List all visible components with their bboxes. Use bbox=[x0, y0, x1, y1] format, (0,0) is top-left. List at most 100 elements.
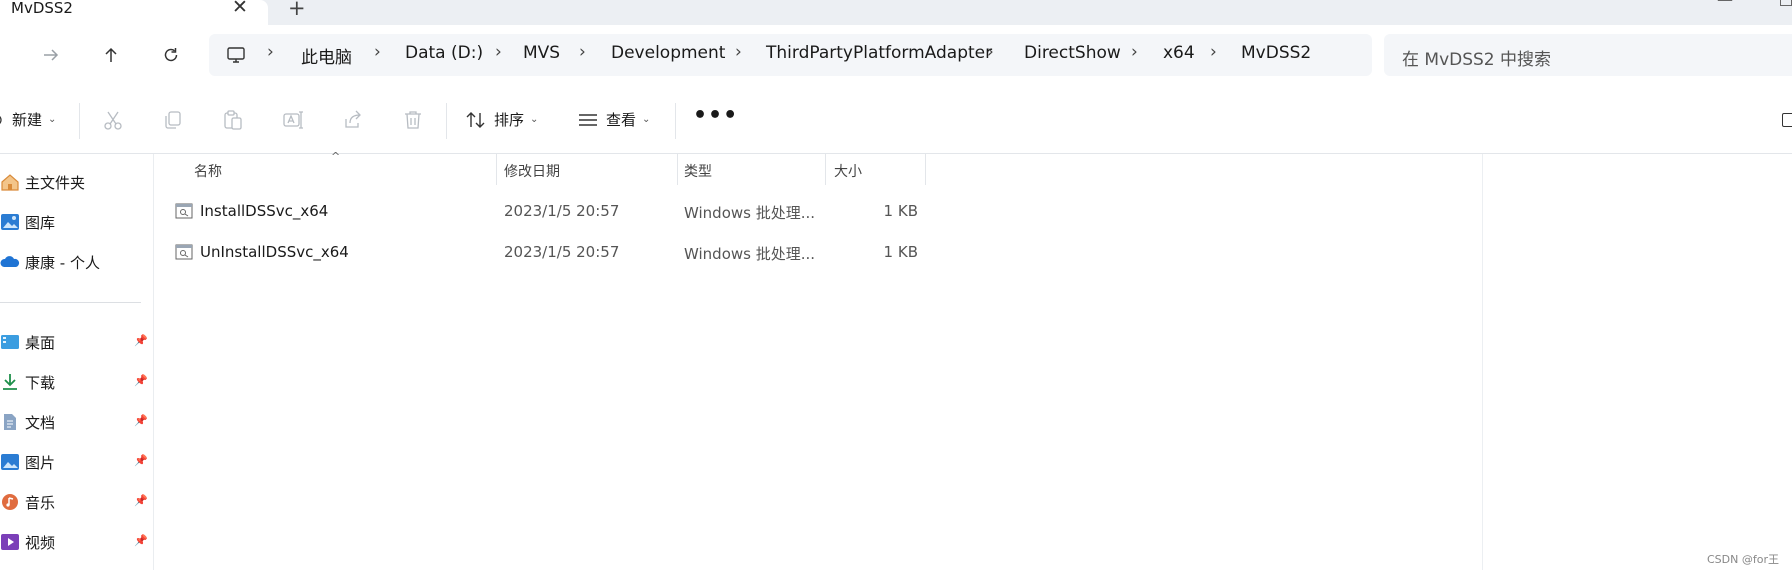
share-icon bbox=[345, 110, 361, 128]
sidebar-item-label: 音乐 bbox=[25, 494, 56, 512]
pictures-icon bbox=[1, 454, 19, 470]
column-header-size[interactable]: 大小 bbox=[834, 161, 862, 181]
view-button[interactable]: 查看 ⌄ bbox=[578, 109, 650, 130]
crumb-this-pc[interactable]: 此电脑 bbox=[301, 43, 352, 68]
new-label: 新建 bbox=[12, 111, 43, 129]
crumb-directshow[interactable]: DirectShow bbox=[1024, 43, 1121, 63]
divider bbox=[675, 103, 676, 139]
more-options-icon[interactable]: ••• bbox=[693, 103, 738, 128]
details-pane-icon[interactable] bbox=[1782, 113, 1792, 127]
column-header-name[interactable]: 名称 bbox=[194, 161, 222, 181]
column-header-type[interactable]: 类型 bbox=[684, 161, 712, 181]
paste-icon bbox=[224, 110, 242, 130]
pin-icon[interactable]: 📌 bbox=[134, 334, 148, 347]
crumb-data-drive[interactable]: Data (D:) bbox=[405, 43, 483, 63]
sidebar-item-pictures[interactable]: 图片 📌 bbox=[0, 447, 154, 477]
sort-ascending-icon: ^ bbox=[331, 150, 341, 163]
gallery-icon bbox=[1, 214, 19, 230]
tab-mvdss2[interactable]: MvDSS2 ✕ bbox=[0, 0, 268, 25]
breadcrumb-separator: › bbox=[987, 42, 994, 62]
new-tab-icon[interactable]: + bbox=[288, 0, 306, 20]
tab-close-icon[interactable]: ✕ bbox=[232, 0, 248, 18]
sidebar-item-label: 图片 bbox=[25, 454, 56, 472]
pin-icon[interactable]: 📌 bbox=[134, 414, 148, 427]
breadcrumb-separator: › bbox=[1131, 42, 1138, 62]
file-size: 1 KB bbox=[883, 202, 918, 220]
breadcrumb-separator: › bbox=[267, 42, 274, 62]
file-list: ^ 名称 修改日期 类型 大小 InstallDSSvc_x64 2023/1/… bbox=[155, 150, 1792, 570]
batch-file-icon bbox=[175, 244, 193, 260]
crumb-development[interactable]: Development bbox=[611, 43, 725, 63]
minimize-icon[interactable]: — bbox=[1717, 0, 1733, 9]
file-explorer-window: MvDSS2 ✕ + — › 此电脑 › Data (D:) › MVS bbox=[0, 0, 1792, 570]
crumb-mvs[interactable]: MVS bbox=[523, 43, 560, 63]
computer-icon bbox=[227, 47, 245, 63]
chevron-down-icon: ⌄ bbox=[48, 114, 57, 125]
crumb-mvdss2[interactable]: MvDSS2 bbox=[1241, 43, 1311, 63]
maximize-icon[interactable] bbox=[1780, 0, 1792, 6]
pin-icon[interactable]: 📌 bbox=[134, 454, 148, 467]
delete-icon bbox=[405, 111, 421, 129]
delete-button[interactable] bbox=[400, 107, 426, 133]
crumb-x64[interactable]: x64 bbox=[1163, 43, 1195, 63]
file-date: 2023/1/5 20:57 bbox=[504, 243, 620, 261]
file-name: UnInstallDSSvc_x64 bbox=[200, 243, 349, 261]
file-type: Windows 批处理... bbox=[684, 204, 816, 222]
sidebar-item-home[interactable]: 主文件夹 bbox=[0, 167, 154, 197]
pin-icon[interactable]: 📌 bbox=[134, 534, 148, 547]
breadcrumb[interactable]: › 此电脑 › Data (D:) › MVS › Development › … bbox=[209, 34, 1372, 76]
up-button[interactable] bbox=[97, 41, 125, 69]
sidebar-item-videos[interactable]: 视频 📌 bbox=[0, 527, 154, 557]
sidebar-item-documents[interactable]: 文档 📌 bbox=[0, 407, 154, 437]
chevron-down-icon: ⌄ bbox=[642, 114, 651, 125]
preview-pane-divider[interactable] bbox=[1482, 154, 1483, 570]
sort-button[interactable]: 排序 ⌄ bbox=[466, 109, 538, 130]
sidebar-item-gallery[interactable]: 图库 bbox=[0, 207, 154, 237]
paste-button[interactable] bbox=[220, 107, 246, 133]
sidebar-item-label: 文档 bbox=[25, 414, 56, 432]
copy-icon bbox=[165, 111, 181, 129]
pin-icon[interactable]: 📌 bbox=[134, 494, 148, 507]
table-row[interactable]: UnInstallDSSvc_x64 2023/1/5 20:57 Window… bbox=[175, 235, 1081, 271]
sort-icon bbox=[466, 111, 485, 128]
share-button[interactable] bbox=[340, 107, 366, 133]
refresh-button[interactable] bbox=[157, 41, 185, 69]
breadcrumb-separator: › bbox=[374, 42, 381, 62]
copy-button[interactable] bbox=[160, 107, 186, 133]
sidebar-item-music[interactable]: 音乐 📌 bbox=[0, 487, 154, 517]
forward-button[interactable] bbox=[37, 41, 65, 69]
sidebar-item-downloads[interactable]: 下载 📌 bbox=[0, 367, 154, 397]
divider bbox=[79, 103, 80, 139]
sidebar-item-desktop[interactable]: 桌面 📌 bbox=[0, 327, 154, 357]
tab-strip: MvDSS2 ✕ + — bbox=[0, 0, 1792, 25]
navigation-pane: 主文件夹 图库 康康 - 个人 桌面 📌 下载 📌 文档 📌 图片 📌 音乐 📌… bbox=[0, 154, 154, 570]
sidebar-item-label: 视频 bbox=[25, 534, 56, 552]
refresh-icon bbox=[164, 48, 178, 62]
column-header-date[interactable]: 修改日期 bbox=[504, 161, 560, 181]
column-divider[interactable] bbox=[677, 154, 678, 185]
sort-label: 排序 bbox=[494, 111, 525, 129]
pin-icon[interactable]: 📌 bbox=[134, 374, 148, 387]
cut-button[interactable] bbox=[100, 107, 126, 133]
address-row: › 此电脑 › Data (D:) › MVS › Development › … bbox=[0, 25, 1792, 87]
sidebar-divider bbox=[0, 302, 141, 303]
column-divider[interactable] bbox=[496, 154, 497, 185]
column-divider[interactable] bbox=[925, 154, 926, 185]
table-row[interactable]: InstallDSSvc_x64 2023/1/5 20:57 Windows … bbox=[175, 194, 1081, 230]
rename-button[interactable] bbox=[280, 107, 306, 133]
chevron-down-icon: ⌄ bbox=[530, 114, 539, 125]
breadcrumb-separator: › bbox=[735, 42, 742, 62]
cut-icon bbox=[104, 111, 122, 130]
sidebar-item-label: 主文件夹 bbox=[25, 174, 86, 192]
file-size: 1 KB bbox=[883, 243, 918, 261]
desktop-icon bbox=[1, 335, 19, 349]
new-button[interactable]: 新建 ⌄ bbox=[0, 109, 56, 130]
rename-icon bbox=[283, 111, 303, 129]
file-type: Windows 批处理... bbox=[684, 245, 816, 263]
sidebar-item-label: 下载 bbox=[25, 374, 56, 392]
tab-title: MvDSS2 bbox=[11, 0, 73, 17]
sidebar-item-onedrive[interactable]: 康康 - 个人 bbox=[0, 247, 154, 277]
search-input[interactable]: 在 MvDSS2 中搜索 bbox=[1384, 34, 1792, 76]
column-divider[interactable] bbox=[825, 154, 826, 185]
crumb-thirdpartyplatformadapter[interactable]: ThirdPartyPlatformAdapter bbox=[766, 43, 992, 63]
